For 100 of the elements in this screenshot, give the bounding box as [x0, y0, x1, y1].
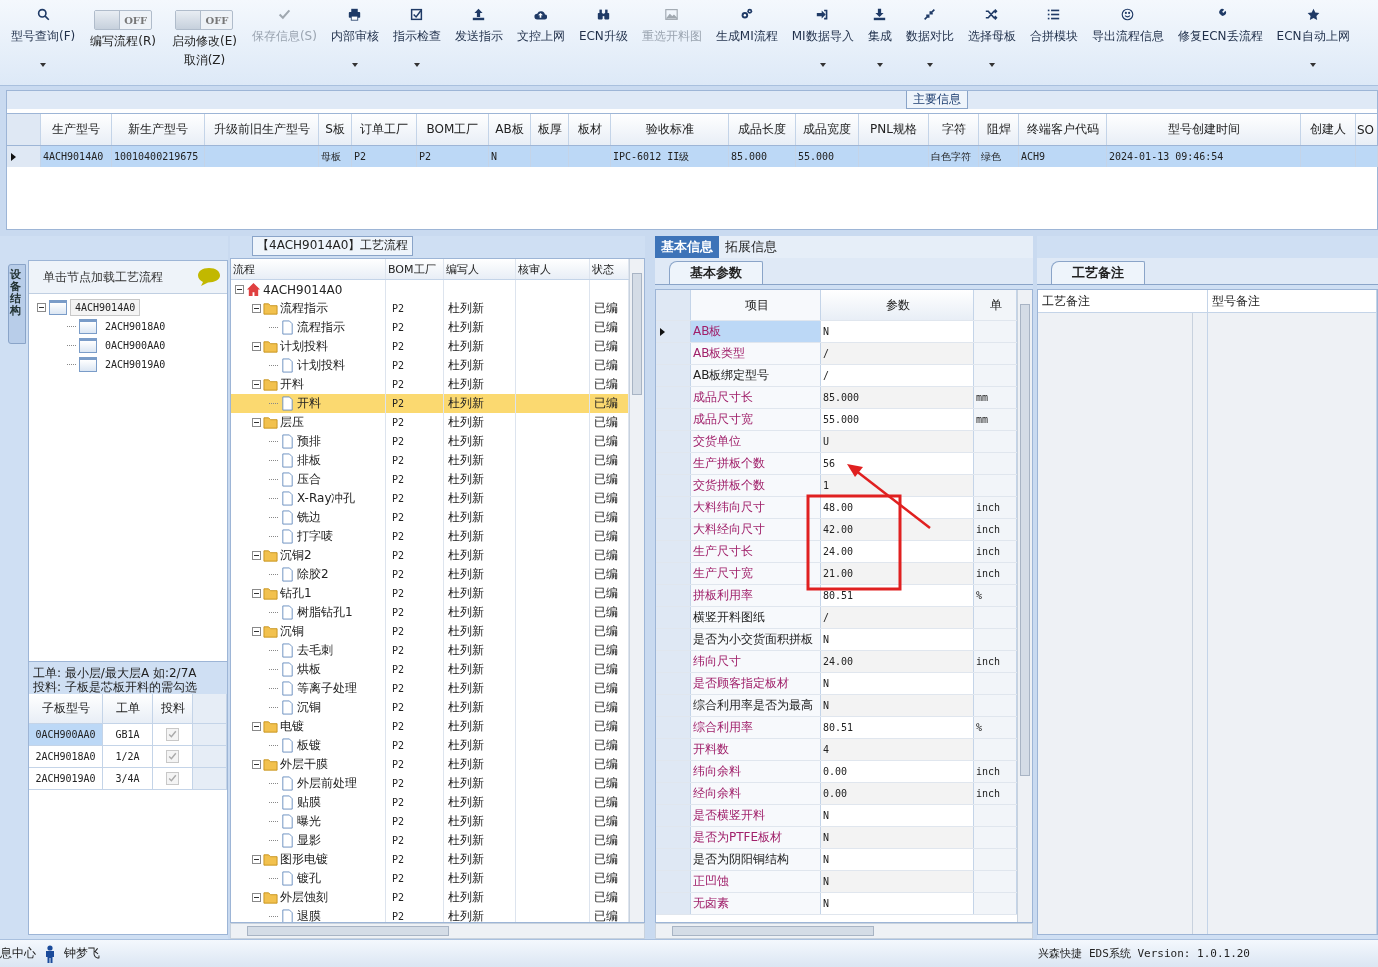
collapse-icon[interactable] [252, 418, 261, 427]
toolbar-button[interactable]: 内部审核 [327, 4, 382, 85]
tab[interactable]: 拓展信息 [719, 236, 783, 258]
tree-row[interactable]: 压合 P2 杜列新 已编 [231, 470, 629, 489]
collapse-icon[interactable] [252, 760, 261, 769]
toolbar-button[interactable]: 导出流程信息 [1088, 4, 1167, 85]
column-header[interactable]: 终端客户代码 [1019, 114, 1107, 145]
tree-node[interactable]: 排板 [297, 452, 321, 469]
tree-node[interactable]: 退膜 [297, 908, 321, 922]
toolbar-button[interactable]: 型号查询(F) [8, 4, 79, 85]
tree-row[interactable]: 流程指示 P2 杜列新 已编 [231, 318, 629, 337]
collapse-icon[interactable] [252, 893, 261, 902]
column-header[interactable]: 成品宽度 [796, 114, 859, 145]
collapse-icon[interactable] [252, 855, 261, 864]
remark-field[interactable] [1207, 313, 1376, 934]
column-header[interactable]: 成品长度 [729, 114, 796, 145]
property-value[interactable]: 42.00 [821, 519, 974, 540]
column-header[interactable]: SO [1356, 114, 1378, 145]
column-header[interactable]: PNL规格 [859, 114, 929, 145]
collapse-icon[interactable] [37, 303, 46, 312]
toolbar-button[interactable]: 生成MI流程 [712, 4, 781, 85]
toolbar-button[interactable]: 合拼模块 [1026, 4, 1081, 85]
tree-node[interactable]: 贴膜 [297, 794, 321, 811]
tab[interactable]: 基本信息 [655, 236, 719, 258]
tree-row[interactable]: 板镀 P2 杜列新 已编 [231, 736, 629, 755]
property-value[interactable]: U [821, 431, 974, 452]
tree-row[interactable]: 打字唛 P2 杜列新 已编 [231, 527, 629, 546]
toolbar-button[interactable]: ECN升级 [575, 4, 631, 85]
tree-row[interactable]: 图形电镀 P2 杜列新 已编 [231, 850, 629, 869]
property-value[interactable]: 1 [821, 475, 974, 496]
tree-node[interactable]: 沉铜2 [280, 547, 312, 564]
tree-node[interactable]: 压合 [297, 471, 321, 488]
column-header[interactable]: 字符 [929, 114, 979, 145]
row-header[interactable] [7, 146, 41, 167]
tree-row[interactable]: 沉铜 P2 杜列新 已编 [231, 698, 629, 717]
scrollbar[interactable] [230, 923, 645, 939]
tree-node[interactable]: 计划投料 [297, 357, 345, 374]
scrollbar[interactable] [1017, 290, 1032, 922]
tree-row[interactable]: 电镀 P2 杜列新 已编 [231, 717, 629, 736]
tree-row[interactable]: 烘板 P2 杜列新 已编 [231, 660, 629, 679]
tree-node[interactable]: 外层干膜 [280, 756, 328, 773]
toolbar-button[interactable]: 发送指示 [451, 4, 506, 85]
tree-row[interactable]: 贴膜 P2 杜列新 已编 [231, 793, 629, 812]
tree-node[interactable]: 0ACH900AA0 [100, 337, 171, 354]
tree-node[interactable]: 沉铜 [297, 699, 321, 716]
column-header[interactable]: 子板型号 [29, 694, 103, 723]
collapse-icon[interactable] [252, 380, 261, 389]
tree-row[interactable]: 外层前处理 P2 杜列新 已编 [231, 774, 629, 793]
toolbar-button[interactable]: ECN自动上网 [1273, 4, 1353, 85]
tree-node[interactable]: 等离子处理 [297, 680, 357, 697]
column-header[interactable]: 流程 [231, 259, 386, 279]
property-value[interactable]: 4 [821, 739, 974, 760]
tree-node[interactable]: 树脂钻孔1 [297, 604, 353, 621]
column-header[interactable]: 板材 [569, 114, 611, 145]
property-value[interactable]: 85.000 [821, 387, 974, 408]
tree-row[interactable]: 除胶2 P2 杜列新 已编 [231, 565, 629, 584]
tree-node[interactable]: X-Ray冲孔 [297, 490, 356, 507]
column-header[interactable]: 型号创建时间 [1107, 114, 1301, 145]
toolbar-button[interactable]: 数据对比 [902, 4, 957, 85]
column-header[interactable]: 创建人 [1301, 114, 1356, 145]
column-header[interactable]: S板 [319, 114, 352, 145]
column-header[interactable]: 工单 [103, 694, 153, 723]
toolbar-button[interactable]: MI数据导入 [788, 4, 857, 85]
tree-row[interactable]: 计划投料 P2 杜列新 已编 [231, 356, 629, 375]
tree-node[interactable]: 外层前处理 [297, 775, 357, 792]
tree-row[interactable]: 4ACH9014A0 [231, 280, 629, 299]
collapse-icon[interactable] [235, 285, 244, 294]
tree-node[interactable]: 钻孔1 [280, 585, 312, 602]
tree-node[interactable]: 打字唛 [297, 528, 333, 545]
tree-node[interactable]: 层压 [280, 414, 304, 431]
property-value[interactable]: N [821, 871, 974, 892]
property-value[interactable]: 21.00 [821, 563, 974, 584]
column-header[interactable]: 板厚 [531, 114, 569, 145]
tree-row[interactable]: 外层蚀刻 P2 杜列新 已编 [231, 888, 629, 907]
tree-row[interactable]: 铣边 P2 杜列新 已编 [231, 508, 629, 527]
tree-node[interactable]: 开料 [297, 395, 321, 412]
scrollbar[interactable] [655, 923, 1033, 939]
tree-node[interactable]: 板镀 [297, 737, 321, 754]
toolbar-button[interactable]: 修复ECN丢流程 [1174, 4, 1266, 85]
tree-node[interactable]: 曝光 [297, 813, 321, 830]
collapse-icon[interactable] [252, 304, 261, 313]
tree-node[interactable]: 2ACH9018A0 [100, 318, 171, 335]
toggle-switch[interactable]: OFF [94, 10, 153, 30]
column-header[interactable]: BOM工厂 [386, 259, 444, 279]
property-value[interactable]: N [821, 827, 974, 848]
tree-row[interactable]: 沉铜 P2 杜列新 已编 [231, 622, 629, 641]
tree-node[interactable]: 电镀 [280, 718, 304, 735]
tree-node[interactable]: 去毛刺 [297, 642, 333, 659]
collapse-icon[interactable] [252, 551, 261, 560]
column-header[interactable]: 阻焊 [979, 114, 1019, 145]
column-header[interactable]: 升级前旧生产型号 [205, 114, 319, 145]
tree-node[interactable]: 计划投料 [280, 338, 328, 355]
tree-node[interactable]: 图形电镀 [280, 851, 328, 868]
property-value[interactable]: 0.00 [821, 783, 974, 804]
column-header[interactable]: 生产型号 [41, 114, 112, 145]
scrollbar[interactable] [629, 259, 644, 922]
tree-node[interactable]: 流程指示 [297, 319, 345, 336]
tree-row[interactable]: 显影 P2 杜列新 已编 [231, 831, 629, 850]
tree-row[interactable]: 镀孔 P2 杜列新 已编 [231, 869, 629, 888]
tree-node[interactable]: 烘板 [297, 661, 321, 678]
